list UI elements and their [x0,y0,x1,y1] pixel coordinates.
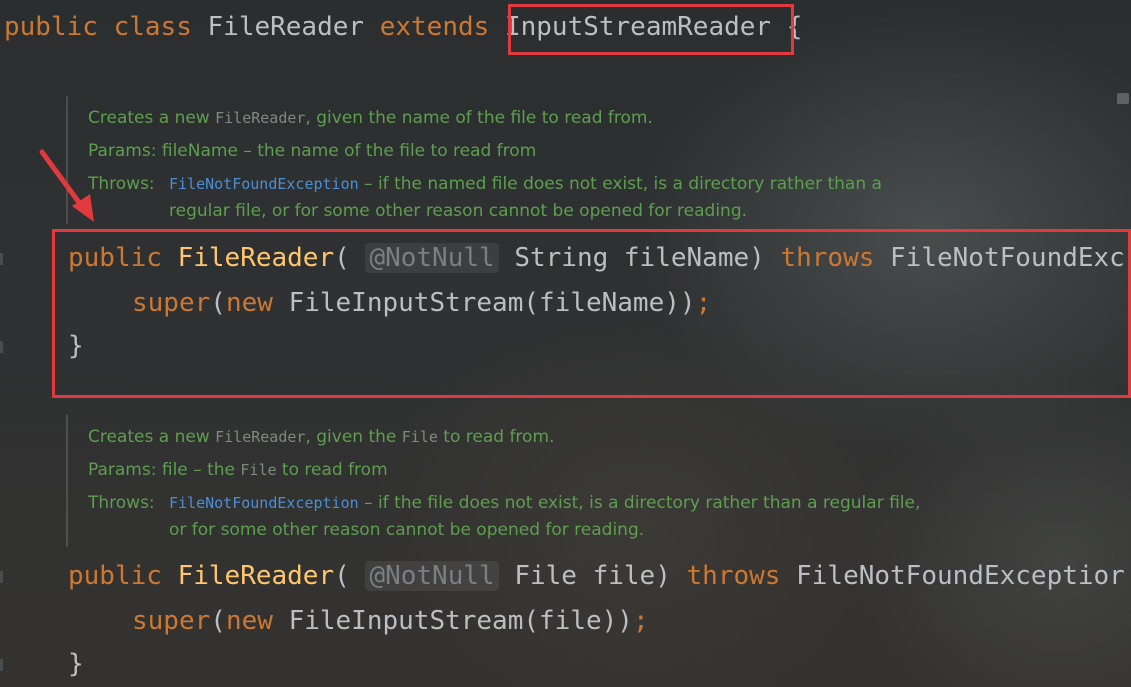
exception-link[interactable]: FileNotFoundException [169,175,359,193]
class-name[interactable]: FileReader [208,12,365,42]
params-label: Params: [88,460,157,480]
exception-type[interactable]: FileNotFoundExceptior [796,561,1125,591]
doc-description: Creates a new FileReader, given the name… [88,108,653,128]
keyword-public: public [68,561,162,591]
doc-throws-text: FileNotFoundException – if the named fil… [169,174,882,194]
doc-params: Params: file – the File to read from [88,460,388,480]
gutter-fold-marker[interactable] [0,659,3,671]
constructor-signature: public FileReader( @NotNull File file) t… [68,561,1125,591]
parent-class-highlight-box [508,4,794,55]
keyword-class: class [113,12,192,42]
doc-comment-string-constructor: Creates a new FileReader, given the name… [66,96,1028,224]
doc-comment-file-constructor: Creates a new FileReader, given the File… [66,415,1028,547]
gutter-fold-marker[interactable] [0,253,3,265]
keyword-extends: extends [379,12,490,42]
keyword-throws: throws [686,561,781,591]
annotation-notnull: @NotNull [365,561,499,591]
keyword-super: super [132,606,211,636]
doc-description: Creates a new FileReader, given the File… [88,427,555,447]
doc-throws: Throws: [88,493,155,513]
constructor-highlight-box [52,229,1131,398]
scrollbar-thumb[interactable] [1117,93,1129,104]
exception-link[interactable]: FileNotFoundException [169,494,359,512]
doc-throws-text: FileNotFoundException – if the file does… [169,493,921,513]
constructor-name[interactable]: FileReader [178,561,335,591]
params-text: fileName – the name of the file to read … [161,141,537,161]
doc-params: Params: fileName – the name of the file … [88,141,536,161]
constructor-close-brace: } [68,649,84,679]
gutter-fold-marker[interactable] [0,341,3,353]
throws-label: Throws: [88,493,155,513]
doc-throws-text-cont: regular file, or for some other reason c… [169,201,748,221]
red-arrow-icon [39,149,94,222]
keyword-new: new [225,606,273,636]
constructor-body-line: super(new FileInputStream(file)); [132,606,649,636]
parameter: File file [514,561,656,591]
keyword-public: public [4,12,98,42]
doc-throws-text-cont: or for some other reason cannot be opene… [169,520,645,540]
gutter-fold-marker[interactable] [0,571,3,583]
